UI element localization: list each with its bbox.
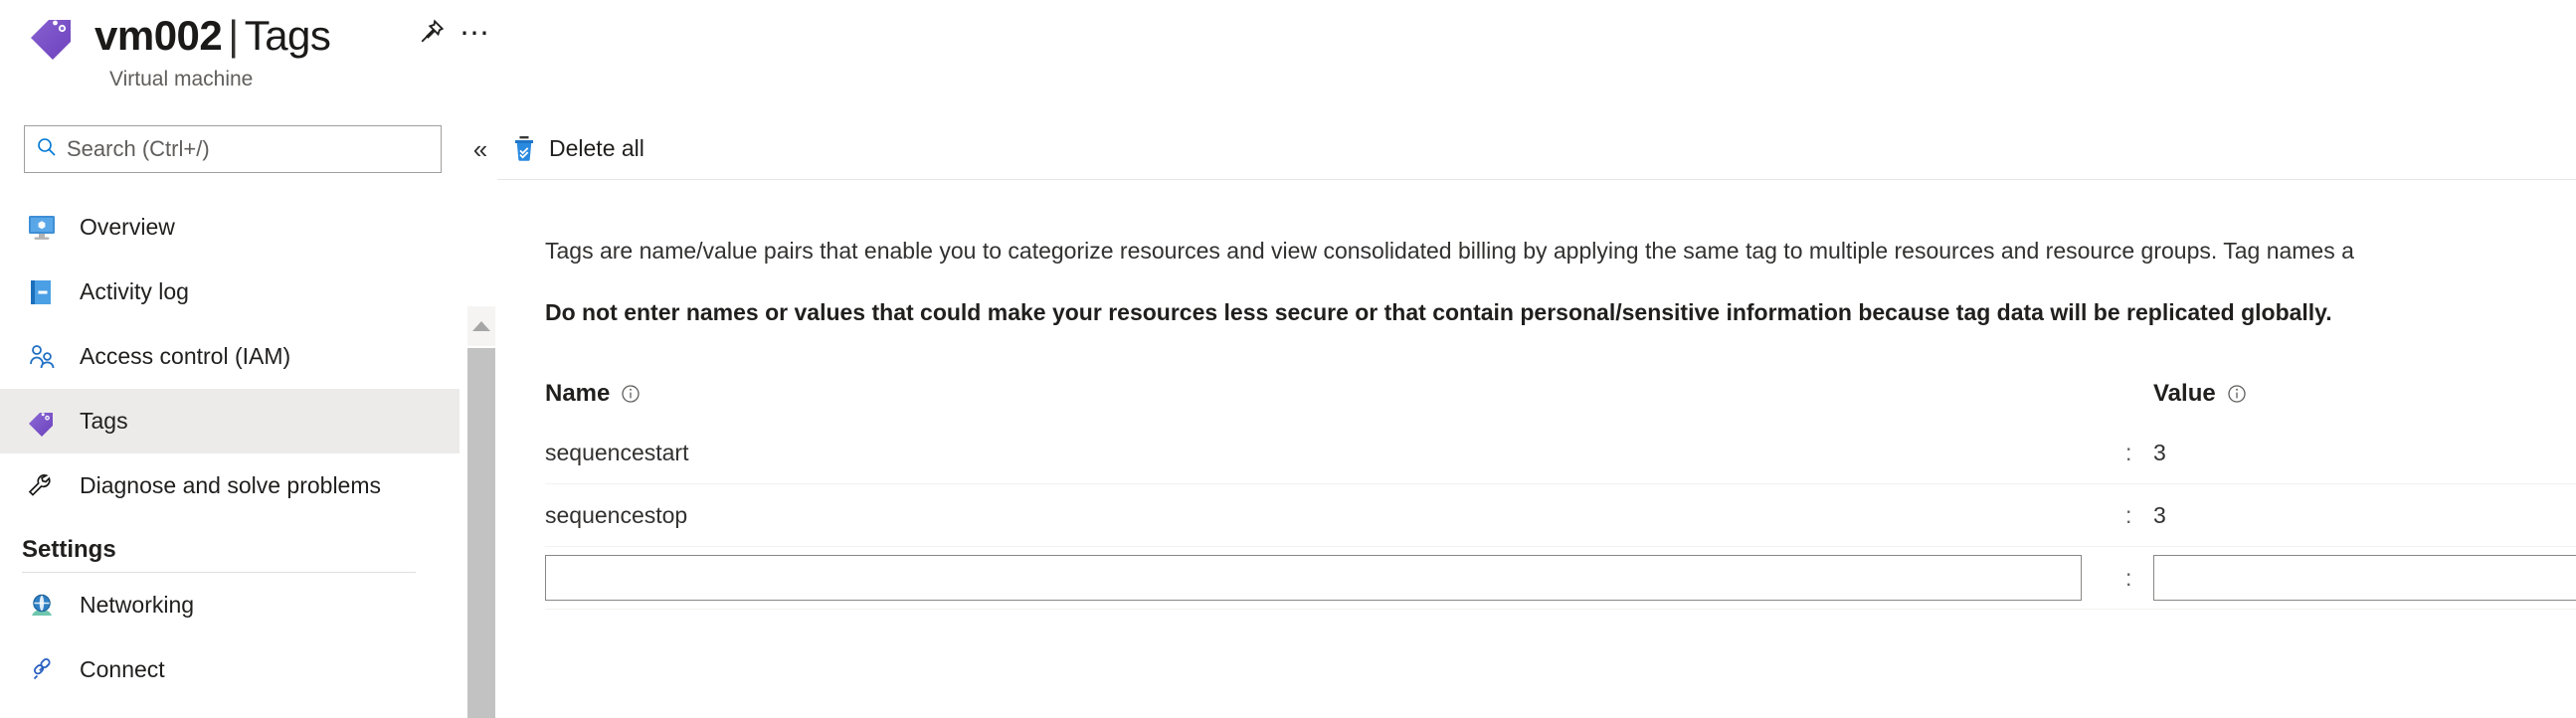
- tag-name-text: sequencestop: [545, 501, 688, 528]
- sidebar-item-label: Networking: [80, 592, 195, 618]
- new-tag-name-cell: [545, 547, 2082, 609]
- sidebar-item-diagnose[interactable]: Diagnose and solve problems: [0, 453, 460, 518]
- search-icon: [35, 135, 67, 164]
- title-separator: |: [228, 12, 239, 59]
- activity-log-icon: [22, 275, 62, 309]
- pin-icon: [417, 17, 447, 52]
- tag-name-cell: sequencestop: [545, 484, 687, 546]
- more-options-button[interactable]: ⋯: [454, 12, 497, 56]
- search-container: [24, 125, 442, 173]
- tag-name-cell: sequencestart: [545, 422, 688, 483]
- blade-content: Delete all Tags are name/value pairs tha…: [497, 117, 2576, 718]
- wrench-icon: [22, 469, 62, 503]
- tag-value-cell: 3: [2153, 422, 2166, 483]
- tag-icon: [22, 405, 62, 439]
- search-input[interactable]: [67, 126, 431, 172]
- chevron-up-icon: [472, 321, 490, 331]
- row-colon: :: [2125, 439, 2132, 465]
- blade-header: vm002 | Tags ⋯ Virtual machine: [0, 0, 2576, 117]
- sidebar-item-label: Overview: [80, 214, 175, 240]
- column-header-name-label: Name: [545, 380, 611, 407]
- globe-icon: [22, 589, 62, 623]
- tags-description: Tags are name/value pairs that enable yo…: [545, 238, 2354, 264]
- row-colon: :: [2125, 564, 2132, 591]
- sidebar-item-label: Connect: [80, 656, 165, 682]
- tag-value-cell: 3: [2153, 484, 2166, 546]
- sidebar-item-activity-log[interactable]: Activity log: [0, 260, 460, 324]
- column-header-name: Name: [545, 366, 642, 422]
- new-tag-value-cell: [2153, 547, 2576, 609]
- sidebar-item-access-control[interactable]: Access control (IAM): [0, 324, 460, 389]
- delete-all-label: Delete all: [549, 134, 644, 161]
- sidebar-item-networking[interactable]: Networking: [0, 573, 460, 637]
- sidebar-nav: Overview Activity log Access control (IA…: [0, 195, 460, 702]
- delete-all-button[interactable]: Delete all: [497, 124, 658, 172]
- blade-sidebar: « Overview: [0, 117, 495, 718]
- tags-warning: Do not enter names or values that could …: [545, 299, 2332, 325]
- column-header-value: Value: [2153, 366, 2248, 422]
- page-title: vm002 | Tags: [94, 10, 331, 62]
- column-header-value-label: Value: [2153, 380, 2216, 407]
- sidebar-scrollbar-thumb[interactable]: [467, 348, 495, 718]
- table-header-row: Name Value: [545, 366, 2576, 422]
- row-separator: [545, 609, 2576, 610]
- search-box[interactable]: [24, 125, 442, 173]
- tag-name-text: sequencestart: [545, 439, 689, 465]
- sidebar-item-connect[interactable]: Connect: [0, 637, 460, 702]
- tags-table: Name Value sequencestart: 3 sequencesto…: [545, 366, 2576, 610]
- header-actions: ⋯: [410, 12, 497, 56]
- row-colon: :: [2125, 501, 2132, 528]
- plug-icon: [22, 653, 62, 687]
- info-icon[interactable]: [2226, 383, 2248, 405]
- sidebar-item-label: Diagnose and solve problems: [80, 472, 382, 498]
- resource-type-subtitle: Virtual machine: [109, 68, 254, 90]
- command-bar: Delete all: [497, 117, 2576, 179]
- ellipsis-icon: ⋯: [460, 17, 491, 50]
- new-tag-name-input[interactable]: [545, 555, 2082, 601]
- tag-value-text: 3: [2153, 439, 2166, 465]
- azure-portal-blade: vm002 | Tags ⋯ Virtual machine Search (C…: [0, 0, 2576, 718]
- tag-value-text: 3: [2153, 501, 2166, 528]
- monitor-icon: [22, 211, 62, 245]
- new-tag-value-input[interactable]: [2153, 555, 2576, 601]
- chevron-double-left-icon: «: [472, 134, 488, 164]
- tag-icon: [25, 8, 81, 64]
- new-tag-row[interactable]: :: [545, 547, 2576, 609]
- pin-button[interactable]: [410, 12, 454, 56]
- sidebar-item-label: Activity log: [80, 278, 189, 304]
- sidebar-item-label: Access control (IAM): [80, 343, 291, 369]
- sidebar-item-label: Tags: [80, 408, 128, 434]
- resource-name: vm002: [94, 12, 223, 59]
- info-icon[interactable]: [620, 383, 642, 405]
- people-icon: [22, 340, 62, 374]
- sidebar-item-overview[interactable]: Overview: [0, 195, 460, 260]
- table-row[interactable]: sequencestart : 3: [545, 422, 2576, 483]
- sidebar-item-tags[interactable]: Tags: [0, 389, 460, 453]
- blade-name: Tags: [244, 12, 331, 59]
- title-row: vm002 | Tags: [25, 8, 331, 64]
- collapse-menu-button[interactable]: «: [463, 133, 497, 165]
- command-bar-divider: [497, 179, 2576, 180]
- table-row[interactable]: sequencestop : 3: [545, 484, 2576, 546]
- sidebar-group-settings: Settings: [22, 536, 116, 563]
- scroll-up-button[interactable]: [467, 306, 495, 346]
